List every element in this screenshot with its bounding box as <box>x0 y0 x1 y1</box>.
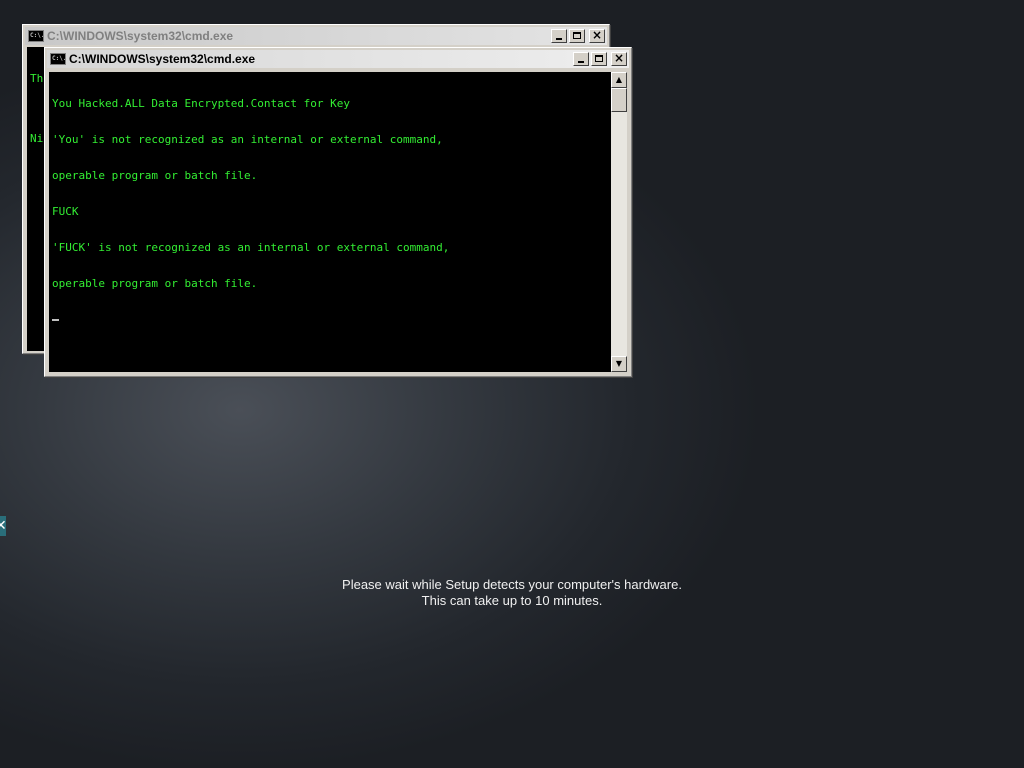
close-icon: × <box>613 51 625 65</box>
setup-status-line1: Please wait while Setup detects your com… <box>342 577 682 592</box>
close-button[interactable]: × <box>611 51 627 66</box>
maximize-button[interactable] <box>591 52 607 66</box>
console-line: operable program or batch file. <box>52 277 258 290</box>
console-line: operable program or batch file. <box>52 169 258 182</box>
window-title: C:\WINDOWS\system32\cmd.exe <box>47 29 234 43</box>
console-prompt-line <box>52 314 611 326</box>
title-bar[interactable]: C:\. C:\WINDOWS\system32\cmd.exe × <box>25 27 607 45</box>
console-line: 'FUCK' is not recognized as an internal … <box>52 241 450 254</box>
window-title: C:\WINDOWS\system32\cmd.exe <box>69 52 256 66</box>
scroll-thumb[interactable] <box>611 88 627 112</box>
minimize-button[interactable] <box>551 29 567 43</box>
console-line: FUCK <box>52 205 79 218</box>
scroll-up-button[interactable]: ▲ <box>611 72 627 88</box>
minimize-icon <box>578 61 584 63</box>
cmd-app-icon: C:\. <box>28 30 44 42</box>
console-line: You Hacked.ALL Data Encrypted.Contact fo… <box>52 97 351 110</box>
console-line: 'You' is not recognized as an internal o… <box>52 133 443 146</box>
maximize-button[interactable] <box>569 29 585 43</box>
setup-status-line2: This can take up to 10 minutes. <box>421 593 603 608</box>
maximize-icon <box>595 55 603 62</box>
cmd-window-front[interactable]: C:\. C:\WINDOWS\system32\cmd.exe × You H… <box>44 47 632 377</box>
offscreen-close-icon: ✕ <box>0 516 6 536</box>
close-icon: × <box>591 28 603 42</box>
vertical-scrollbar[interactable]: ▲ ▼ <box>611 72 627 372</box>
maximize-icon <box>573 32 581 39</box>
minimize-button[interactable] <box>573 52 589 66</box>
console-output[interactable]: You Hacked.ALL Data Encrypted.Contact fo… <box>49 72 611 372</box>
setup-status: Please wait while Setup detects your com… <box>0 577 1024 609</box>
minimize-icon <box>556 38 562 40</box>
text-cursor <box>52 319 59 321</box>
close-button[interactable]: × <box>589 28 605 43</box>
title-bar[interactable]: C:\. C:\WINDOWS\system32\cmd.exe × <box>47 50 629 68</box>
scroll-down-button[interactable]: ▼ <box>611 356 627 372</box>
cmd-app-icon: C:\. <box>50 53 66 65</box>
